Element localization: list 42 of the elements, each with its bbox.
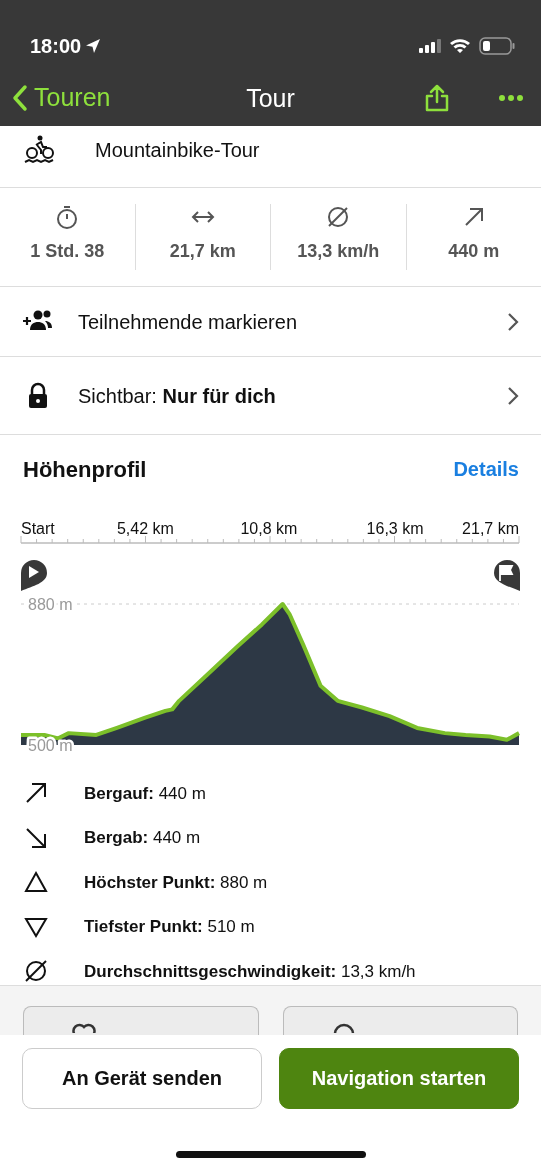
section-title: Höhenprofil xyxy=(23,455,147,484)
stat-value: 21,7 km xyxy=(169,240,236,263)
battery-icon xyxy=(479,37,515,55)
triangle-up-icon xyxy=(24,870,48,895)
speech-bubble-icon xyxy=(331,1021,356,1033)
finish-flag-icon xyxy=(494,560,520,591)
send-to-device-button[interactable]: An Gerät senden xyxy=(22,1048,262,1109)
stat-value: 440 m xyxy=(448,240,500,263)
wifi-icon xyxy=(449,38,471,54)
average-icon xyxy=(24,959,48,984)
arrow-down-right-icon xyxy=(24,825,48,850)
stat-line: Tiefster Punkt: 510 m xyxy=(84,916,255,938)
share-icon[interactable] xyxy=(425,84,449,112)
chevron-right-icon xyxy=(507,385,519,406)
status-time: 18:00 xyxy=(30,34,82,59)
axis-label: 880 m xyxy=(28,595,73,613)
location-arrow-icon xyxy=(85,38,102,54)
screen-title: Tour xyxy=(246,84,295,112)
start-marker-icon xyxy=(21,560,47,591)
chevron-left-icon xyxy=(12,84,28,112)
axis-label: 5,42 km xyxy=(116,520,174,537)
more-icon[interactable] xyxy=(499,94,523,102)
axis-label: 10,8 km xyxy=(240,520,298,537)
details-link[interactable]: Details xyxy=(453,454,519,484)
cyclist-icon xyxy=(24,134,56,165)
stat-value: 1 Std. 38 xyxy=(30,240,105,263)
back-button[interactable]: Touren xyxy=(12,79,111,117)
axis-label: 21,7 km xyxy=(462,520,519,537)
chevron-right-icon xyxy=(507,311,519,332)
stat-value: 13,3 km/h xyxy=(297,240,380,263)
signal-icon xyxy=(419,39,441,53)
axis-label: 16,3 km xyxy=(366,520,424,537)
stat-line: Höchster Punkt: 880 m xyxy=(84,871,268,894)
activity-type: Mountainbike-Tour xyxy=(95,137,260,163)
stat-line: Durchschnittsgeschwindigkeit: 13,3 km/h xyxy=(84,960,416,983)
axis-label: Start xyxy=(21,520,55,537)
stat-line: Bergab: 440 m xyxy=(84,827,201,849)
list-row[interactable]: Teilnehmende markieren xyxy=(0,287,541,357)
start-navigation-button[interactable]: Navigation starten xyxy=(279,1048,519,1109)
heart-icon xyxy=(72,1021,96,1033)
stat-line: Bergauf: 440 m xyxy=(84,782,206,805)
list-row[interactable]: Sichtbar: Nur für dich xyxy=(0,357,541,435)
